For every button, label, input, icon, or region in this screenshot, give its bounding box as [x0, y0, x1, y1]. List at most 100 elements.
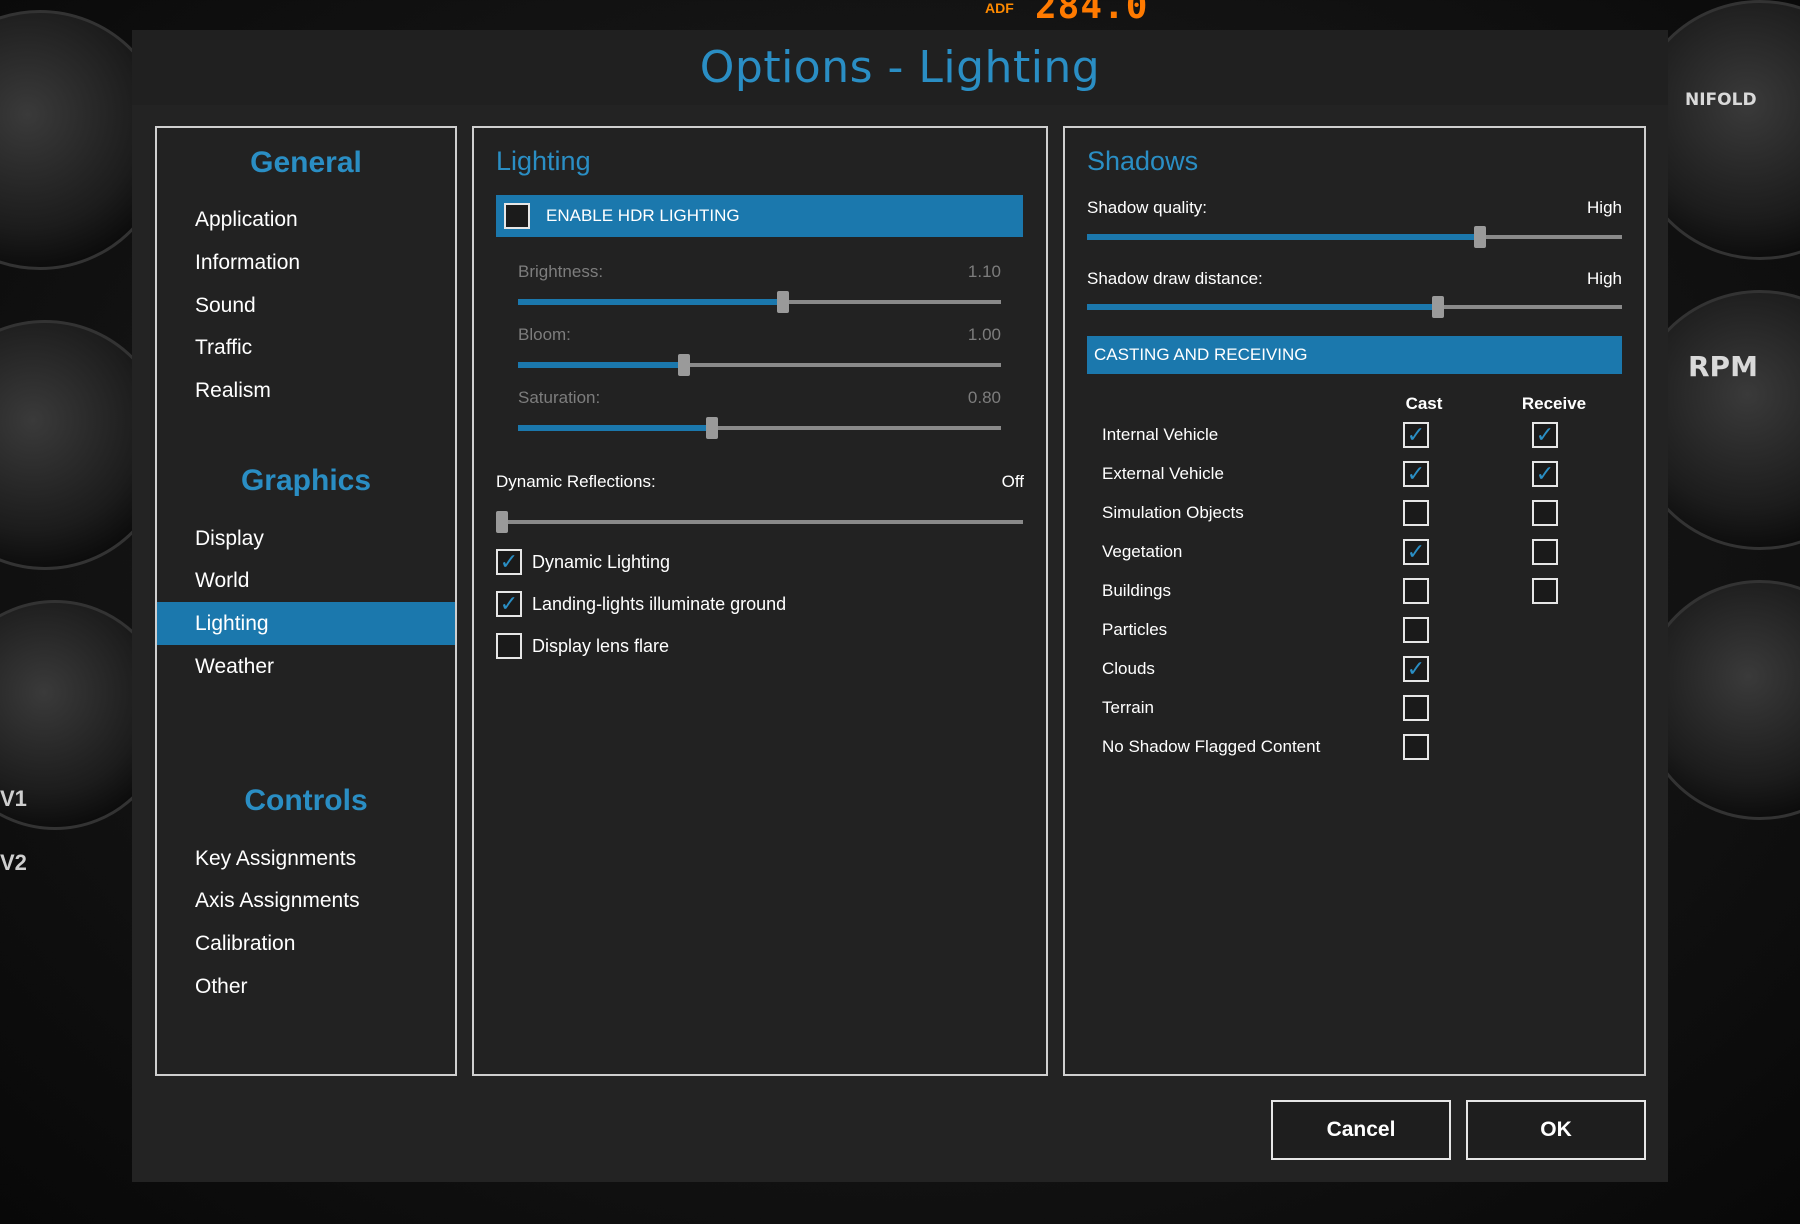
cast-column-header: Cast	[1405, 394, 1443, 413]
landing-lights-label: Landing-lights illuminate ground	[532, 593, 787, 614]
bloom-slider[interactable]	[518, 354, 1001, 376]
adf-tag: ADF	[985, 0, 1014, 16]
saturation-value: 0.80	[967, 388, 1001, 407]
shadow-distance-slider[interactable]	[1087, 296, 1622, 318]
slider-thumb[interactable]	[496, 511, 508, 533]
nav-heading-general: General	[250, 146, 362, 179]
manifold-label: NIFOLD	[1685, 90, 1757, 110]
shadow-row-label: Particles	[1102, 620, 1168, 639]
dialog-titlebar: Options - Lighting	[132, 30, 1668, 105]
nav-heading-graphics: Graphics	[240, 464, 372, 497]
slider-thumb[interactable]	[1432, 296, 1445, 318]
brightness-value: 1.10	[967, 262, 1001, 281]
shadow-row-label: External Vehicle	[1102, 464, 1224, 483]
shadows-section-title: Shadows	[1087, 146, 1199, 176]
v1-label: V1	[0, 786, 27, 811]
shadow-row-label: Vegetation	[1102, 542, 1183, 561]
saturation-label: Saturation:	[518, 388, 601, 407]
dialog-title: Options - Lighting	[699, 42, 1101, 93]
cast-checkbox[interactable]	[1403, 617, 1429, 643]
dynamic-lighting-checkbox[interactable]: ✓	[496, 549, 522, 575]
dynamic-reflections-slider[interactable]	[496, 511, 1023, 533]
nav-heading-controls: Controls	[244, 784, 368, 817]
nav-item-lighting[interactable]: Lighting	[157, 602, 455, 645]
cast-checkbox[interactable]: ✓	[1403, 461, 1429, 487]
nav-item-realism[interactable]: Realism	[157, 369, 455, 412]
shadow-quality-label: Shadow quality:	[1087, 198, 1208, 217]
nav-item-display[interactable]: Display	[157, 517, 455, 560]
slider-fill	[518, 362, 685, 368]
landing-lights-checkbox[interactable]: ✓	[496, 591, 522, 617]
nav-item-traffic[interactable]: Traffic	[157, 326, 455, 369]
cast-checkbox[interactable]	[1403, 578, 1429, 604]
enable-hdr-checkbox[interactable]	[504, 203, 530, 229]
casting-receiving-header: CASTING AND RECEIVING	[1087, 336, 1622, 374]
slider-thumb[interactable]	[777, 291, 790, 313]
receive-checkbox[interactable]	[1532, 500, 1558, 526]
nav-item-world[interactable]: World	[157, 559, 455, 602]
receive-checkbox[interactable]	[1532, 539, 1558, 565]
shadow-row-label: Clouds	[1102, 659, 1155, 678]
lighting-panel: Lighting ENABLE HDR LIGHTING Brightness:…	[472, 126, 1048, 1076]
receive-column-header: Receive	[1521, 394, 1587, 413]
cast-checkbox[interactable]: ✓	[1403, 422, 1429, 448]
ok-button[interactable]: OK	[1466, 1100, 1646, 1160]
slider-thumb[interactable]	[678, 354, 691, 376]
slider-fill	[518, 425, 713, 431]
slider-fill	[1087, 304, 1439, 310]
dynamic-reflections-label: Dynamic Reflections:	[496, 472, 656, 491]
bloom-value: 1.00	[967, 325, 1001, 344]
shadow-distance-value: High	[1587, 269, 1622, 288]
nav-item-axis-assignments[interactable]: Axis Assignments	[157, 879, 455, 922]
dynamic-lighting-label: Dynamic Lighting	[532, 551, 671, 572]
nav-item-key-assignments[interactable]: Key Assignments	[157, 837, 455, 880]
lighting-section-title: Lighting	[496, 146, 591, 176]
enable-hdr-label: ENABLE HDR LIGHTING	[546, 206, 740, 225]
dynamic-lighting-option[interactable]: ✓ Dynamic Lighting	[496, 549, 670, 575]
cast-checkbox[interactable]	[1403, 500, 1429, 526]
nav-item-application[interactable]: Application	[157, 198, 455, 241]
receive-checkbox[interactable]	[1532, 578, 1558, 604]
cancel-button[interactable]: Cancel	[1271, 1100, 1451, 1160]
shadow-row-label: No Shadow Flagged Content	[1102, 737, 1321, 756]
slider-fill	[518, 299, 784, 305]
adf-readout: 284.0	[1035, 0, 1149, 27]
brightness-slider[interactable]	[518, 291, 1001, 313]
nav-item-sound[interactable]: Sound	[157, 284, 455, 327]
shadow-row-label: Simulation Objects	[1102, 503, 1244, 522]
dynamic-reflections-value: Off	[1001, 472, 1024, 491]
rpm-label: RPM	[1688, 350, 1758, 383]
shadow-row-label: Buildings	[1102, 581, 1171, 600]
shadow-distance-label: Shadow draw distance:	[1087, 269, 1263, 288]
shadows-panel: Shadows Shadow quality: High Shadow draw…	[1063, 126, 1646, 1076]
enable-hdr-toggle[interactable]: ENABLE HDR LIGHTING	[496, 195, 1023, 237]
slider-fill	[1087, 234, 1481, 240]
slider-thumb[interactable]	[1474, 226, 1487, 248]
cast-checkbox[interactable]	[1403, 734, 1429, 760]
shadow-quality-slider[interactable]	[1087, 226, 1622, 248]
lens-flare-option[interactable]: Display lens flare	[496, 633, 669, 659]
v2-label: V2	[0, 850, 27, 875]
saturation-slider[interactable]	[518, 417, 1001, 439]
slider-track	[496, 520, 1023, 524]
nav-item-information[interactable]: Information	[157, 241, 455, 284]
nav-item-calibration[interactable]: Calibration	[157, 922, 455, 965]
shadow-quality-value: High	[1587, 198, 1622, 217]
brightness-label: Brightness:	[518, 262, 604, 281]
lens-flare-checkbox[interactable]	[496, 633, 522, 659]
bloom-label: Bloom:	[518, 325, 571, 344]
options-nav: General Application Information Sound Tr…	[155, 126, 457, 1076]
shadow-row-label: Internal Vehicle	[1102, 425, 1219, 444]
slider-thumb[interactable]	[706, 417, 719, 439]
cast-checkbox[interactable]: ✓	[1403, 539, 1429, 565]
receive-checkbox[interactable]: ✓	[1532, 422, 1558, 448]
nav-item-other[interactable]: Other	[157, 965, 455, 1008]
options-dialog: Options - Lighting General Application I…	[132, 30, 1668, 1182]
receive-checkbox[interactable]: ✓	[1532, 461, 1558, 487]
cast-checkbox[interactable]	[1403, 695, 1429, 721]
cast-checkbox[interactable]: ✓	[1403, 656, 1429, 682]
lens-flare-label: Display lens flare	[532, 635, 670, 656]
landing-lights-option[interactable]: ✓ Landing-lights illuminate ground	[496, 591, 786, 617]
shadow-row-label: Terrain	[1102, 698, 1154, 717]
nav-item-weather[interactable]: Weather	[157, 645, 455, 688]
